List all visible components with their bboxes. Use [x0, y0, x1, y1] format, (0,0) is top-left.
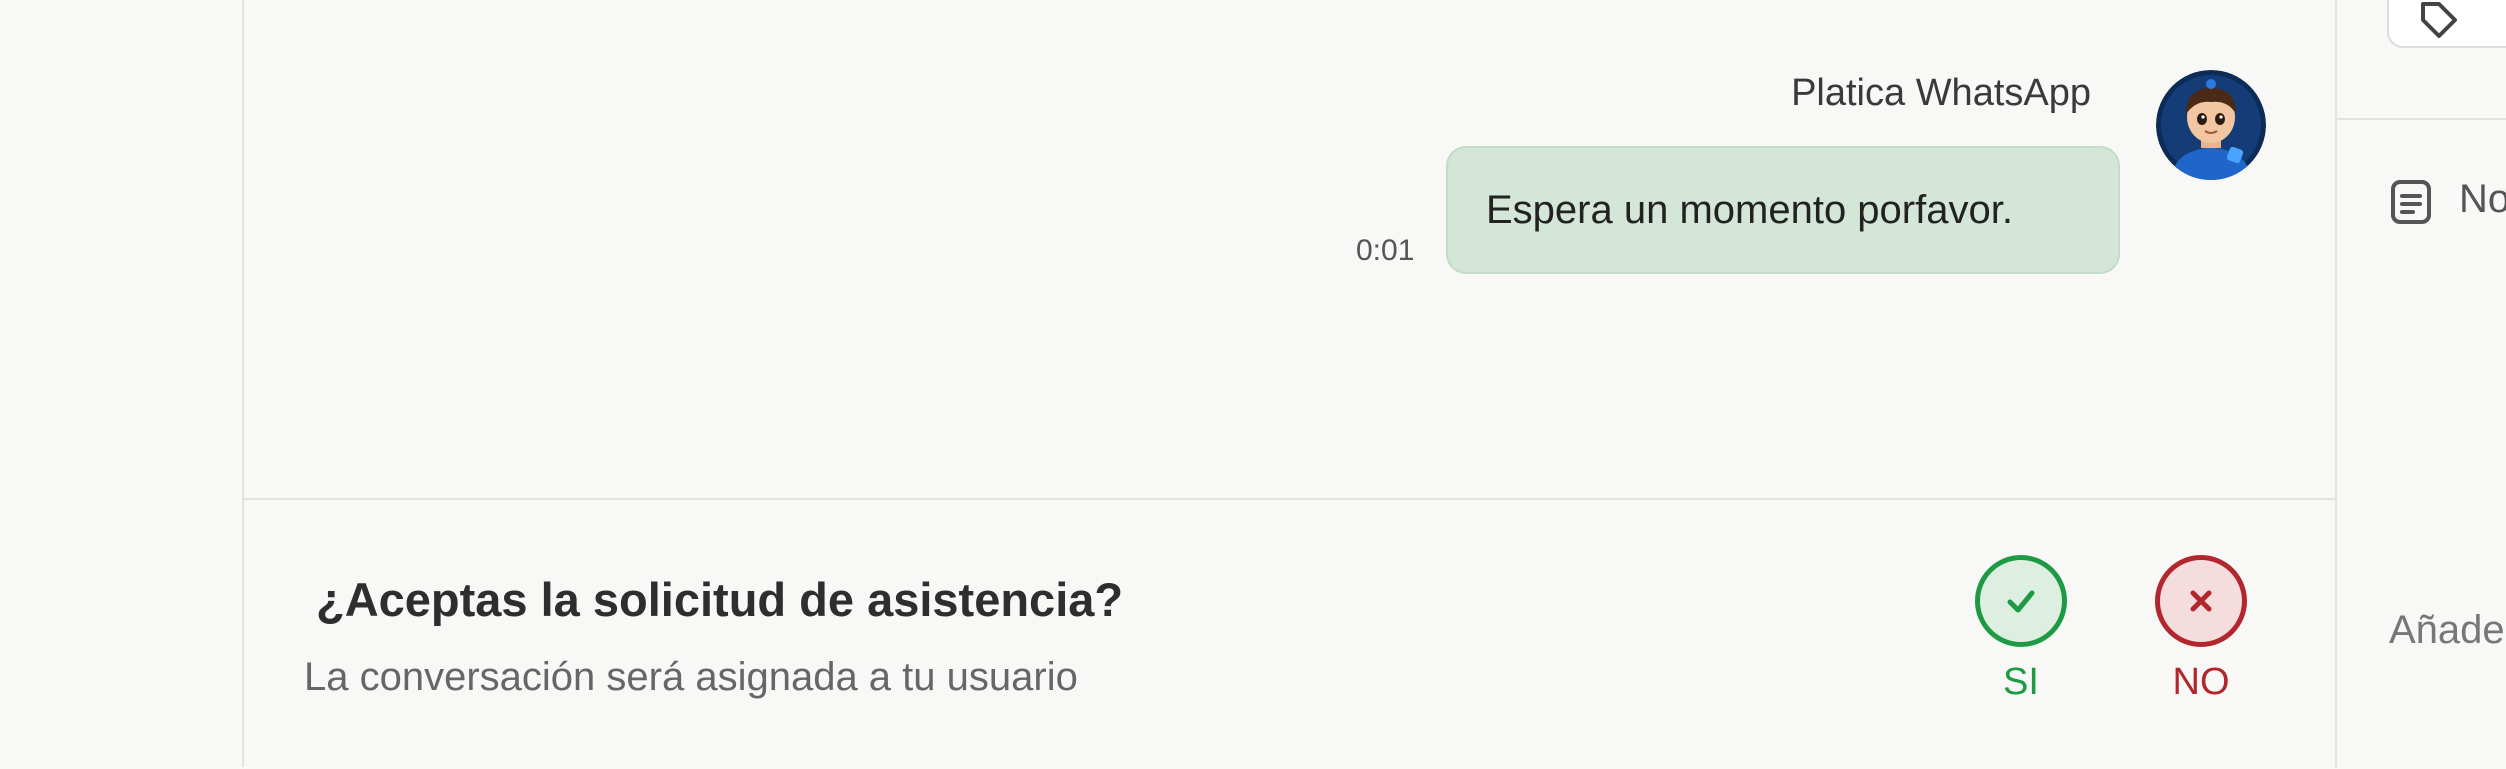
right-side-panel: No Añade: [2335, 0, 2506, 767]
assistance-subtext: La conversación será asignada a tu usuar…: [304, 655, 1078, 699]
tag-icon: [2421, 2, 2457, 38]
reject-label[interactable]: NO: [2173, 661, 2230, 704]
accept-label[interactable]: SI: [2003, 661, 2039, 704]
message-bubble: Espera un momento porfavor.: [1446, 146, 2120, 274]
note-icon: [2391, 180, 2431, 224]
message-sender-name: Platica WhatsApp: [1791, 72, 2091, 114]
check-icon[interactable]: [1975, 555, 2067, 647]
notes-label[interactable]: No: [2459, 177, 2506, 222]
close-icon[interactable]: [2155, 555, 2247, 647]
assistance-request-bar: ¿Aceptas la solicitud de asistencia? La …: [244, 498, 2335, 769]
chat-messages-area[interactable]: Platica WhatsApp Espera un momento porfa…: [244, 0, 2335, 498]
reject-button[interactable]: NO: [2141, 555, 2261, 715]
tag-card[interactable]: [2387, 0, 2506, 48]
assistance-question: ¿Aceptas la solicitud de asistencia?: [316, 573, 1124, 626]
message-timestamp: 0:01: [1356, 234, 1415, 267]
panel-divider: [2337, 118, 2506, 120]
boy-avatar-icon: [2156, 70, 2266, 180]
add-note-field[interactable]: Añade: [2389, 608, 2505, 653]
message-text: Espera un momento porfavor.: [1486, 187, 2013, 232]
accept-button[interactable]: SI: [1961, 555, 2081, 715]
left-sidebar: [0, 0, 244, 767]
